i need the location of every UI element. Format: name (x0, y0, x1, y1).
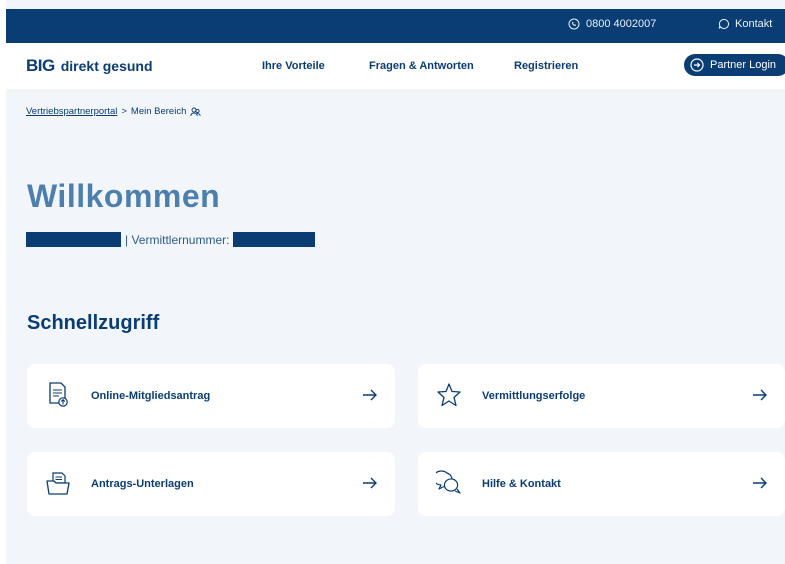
arrow-right-icon (753, 389, 767, 401)
card-label: Vermittlungserfolge (482, 390, 586, 402)
nav-link-vorteile[interactable]: Ihre Vorteile (262, 60, 325, 72)
breadcrumb: Vertriebspartnerportal > Mein Bereich (26, 106, 202, 117)
arrow-right-icon (363, 477, 377, 489)
folder-documents-icon (46, 472, 70, 495)
logo[interactable]: BIG direkt gesund (26, 56, 153, 76)
document-upload-icon (49, 382, 68, 407)
logo-mark: BIG (26, 56, 55, 75)
contact-label: Kontakt (735, 18, 773, 30)
phone-link[interactable]: 0800 4002007 (568, 18, 656, 30)
logo-text: direkt gesund (60, 58, 153, 74)
users-icon (190, 107, 202, 116)
card-hilfe-kontakt[interactable]: Hilfe & Kontakt (418, 452, 785, 516)
breadcrumb-current: Mein Bereich (130, 106, 187, 117)
card-label: Online-Mitgliedsantrag (91, 390, 211, 402)
star-icon (437, 383, 461, 407)
redacted-name (26, 232, 121, 247)
arrow-right-icon (363, 389, 377, 401)
nav-link-faq[interactable]: Fragen & Antworten (369, 60, 474, 72)
page-title: Willkommen (27, 178, 221, 214)
login-icon (690, 58, 704, 72)
id-label: | Vermittlernummer: (125, 232, 230, 247)
card-vermittlungserfolge[interactable]: Vermittlungserfolge (418, 364, 785, 428)
contact-link[interactable]: Kontakt (718, 18, 772, 30)
main-nav: BIG direkt gesund Ihre Vorteile Fragen &… (6, 43, 785, 89)
chat-bubbles-icon (436, 470, 461, 494)
card-online-mitgliedsantrag[interactable]: Online-Mitgliedsantrag (27, 364, 395, 428)
breadcrumb-separator: > (121, 106, 127, 117)
top-bar: 0800 4002007 Kontakt (6, 9, 785, 43)
redacted-id (233, 232, 316, 247)
card-label: Hilfe & Kontakt (482, 478, 561, 490)
arrow-right-icon (753, 477, 767, 489)
user-id-line: | Vermittlernummer: (26, 232, 316, 247)
login-label: Partner Login (710, 59, 777, 71)
nav-link-registrieren[interactable]: Registrieren (514, 60, 578, 72)
partner-login-button[interactable]: Partner Login (684, 54, 785, 76)
phone-icon (568, 18, 580, 30)
phone-number: 0800 4002007 (586, 18, 657, 30)
breadcrumb-parent[interactable]: Vertriebspartnerportal (26, 106, 117, 117)
speech-bubble-icon (718, 18, 729, 29)
card-antrags-unterlagen[interactable]: Antrags-Unterlagen (27, 452, 395, 516)
quick-access-title: Schnellzugriff (27, 312, 160, 334)
card-label: Antrags-Unterlagen (91, 478, 194, 490)
